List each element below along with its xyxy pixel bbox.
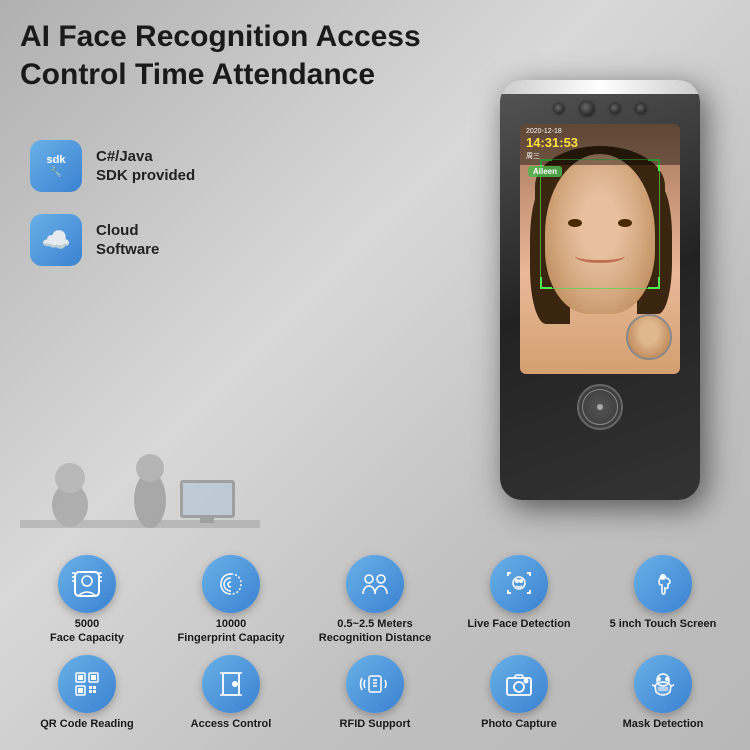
scan-corner-br: [648, 277, 660, 289]
touch-screen-label: 5 inch Touch Screen: [610, 618, 717, 632]
fingerprint-icon: [215, 568, 247, 600]
device-cameras: [554, 102, 646, 116]
live-face-detection-label: Live Face Detection: [467, 618, 570, 632]
cloud-icon: ☁️: [41, 226, 71, 255]
grid-item-face-capacity: 5000Face Capacity: [18, 555, 156, 646]
qr-code-icon: [58, 655, 116, 713]
photo-capture-icon: [490, 655, 548, 713]
left-features: sdk 🔧 C#/Java SDK provided ☁️ Cloud Soft…: [30, 140, 195, 266]
rfid-icon: [359, 668, 391, 700]
device-container: 2020-12-18 14:31:53 周三 Aileen: [500, 80, 700, 500]
grid-item-recognition-distance: 0.5~2.5 MetersRecognition Distance: [306, 555, 444, 646]
camera-dot-main: [580, 102, 594, 116]
sdk-icon: sdk 🔧: [47, 154, 66, 177]
hud-time: 14:31:53: [526, 136, 674, 150]
fp-ring: [582, 389, 618, 425]
cloud-feature: ☁️ Cloud Software: [30, 214, 195, 266]
touch-screen-icon: [634, 555, 692, 613]
grid-item-access-control: Access Control: [162, 655, 300, 732]
qr-code-label: QR Code Reading: [40, 718, 134, 732]
face-name-label: Aileen: [528, 166, 562, 177]
live-face-detection-icon: [490, 555, 548, 613]
grid-item-live-face-detection: Live Face Detection: [450, 555, 588, 646]
face-capacity-label: 5000Face Capacity: [50, 618, 124, 646]
grid-item-mask-detection: Mask Detection: [594, 655, 732, 732]
rfid-support-label: RFID Support: [340, 718, 411, 732]
hud-day: 周三: [526, 151, 674, 161]
fingerprint-capacity-icon: [202, 555, 260, 613]
access-control-icon: [202, 655, 260, 713]
grid-item-rfid-support: RFID Support: [306, 655, 444, 732]
mask-detection-label: Mask Detection: [623, 718, 704, 732]
office-background: [10, 420, 270, 570]
fingerprint-capacity-label: 10000Fingerprint Capacity: [178, 618, 285, 646]
thumb-face: [626, 314, 672, 360]
mask-detection-icon: [634, 655, 692, 713]
grid-item-photo-capture: Photo Capture: [450, 655, 588, 732]
camera-icon: [503, 668, 535, 700]
thumb-face-inner: [628, 316, 670, 358]
sdk-icon-box: sdk 🔧: [30, 140, 82, 192]
mask-icon: [647, 668, 679, 700]
fp-dot: [597, 404, 603, 410]
access-control-label: Access Control: [191, 718, 272, 732]
qr-icon: [71, 668, 103, 700]
photo-capture-label: Photo Capture: [481, 718, 557, 732]
scan-overlay: [540, 159, 660, 289]
cloud-label: Cloud Software: [96, 221, 159, 260]
recognition-distance-label: 0.5~2.5 MetersRecognition Distance: [319, 618, 431, 646]
face-capacity-icon: [58, 555, 116, 613]
door-icon: [215, 668, 247, 700]
sdk-label: C#/Java SDK provided: [96, 147, 195, 186]
camera-dot-3: [636, 104, 646, 114]
grid-item-touch-screen: 5 inch Touch Screen: [594, 555, 732, 646]
screen-hud: 2020-12-18 14:31:53 周三: [520, 124, 680, 165]
grid-item-fingerprint-capacity: 10000Fingerprint Capacity: [162, 555, 300, 646]
title-line1: AI Face Recognition Access: [20, 20, 421, 53]
device-body: 2020-12-18 14:31:53 周三 Aileen: [500, 80, 700, 500]
touch-icon: [647, 568, 679, 600]
scan-corner-bl: [540, 277, 552, 289]
recognition-distance-icon: [346, 555, 404, 613]
bottom-grid: 5000Face Capacity 10000Fingerprint Capac…: [18, 555, 732, 732]
face-scan-icon: [503, 568, 535, 600]
camera-dot-1: [554, 104, 564, 114]
fingerprint-button[interactable]: [577, 384, 623, 430]
title-line2: Control Time Attendance: [20, 58, 375, 91]
rfid-support-icon: [346, 655, 404, 713]
grid-item-qr-code: QR Code Reading: [18, 655, 156, 732]
device-top-strip: [500, 80, 700, 94]
sdk-feature: sdk 🔧 C#/Java SDK provided: [30, 140, 195, 192]
cloud-icon-box: ☁️: [30, 214, 82, 266]
face-icon: [71, 568, 103, 600]
people-icon: [359, 568, 391, 600]
camera-dot-2: [610, 104, 620, 114]
device-screen: 2020-12-18 14:31:53 周三 Aileen: [520, 124, 680, 374]
